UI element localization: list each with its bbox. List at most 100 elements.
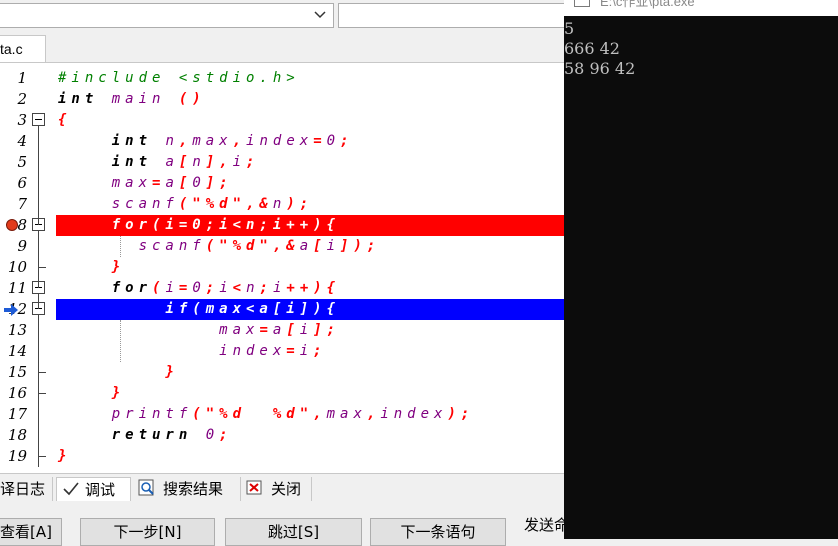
code-token: for <box>58 280 153 296</box>
code-line[interactable]: 13 max=a[i]; <box>0 320 564 341</box>
line-number[interactable]: 9 <box>0 236 27 257</box>
file-tab-pta[interactable]: ta.c <box>0 35 46 62</box>
code-token: } <box>58 259 126 275</box>
fold-end-tick <box>38 456 46 457</box>
console-window[interactable]: E:\c作业\pta.exe 5 666 42 58 96 42 <box>564 0 838 539</box>
code-line[interactable]: 10 } <box>0 257 564 278</box>
line-number[interactable]: 19 <box>0 446 27 467</box>
fold-line <box>38 126 39 225</box>
line-number[interactable]: 4 <box>0 131 27 152</box>
console-title-bar[interactable]: E:\c作业\pta.exe <box>564 0 838 16</box>
function-combo[interactable] <box>0 3 334 28</box>
console-window-icon <box>574 0 590 7</box>
checkmark-icon <box>63 482 79 496</box>
code-token: int <box>58 91 99 107</box>
code-line[interactable]: 8 for(i=0;i<n;i++){ <box>0 215 564 236</box>
code-editor[interactable]: 1 #include <stdio.h> 2 int main () 3{4 int n… <box>0 63 564 473</box>
code-token: i <box>165 280 179 296</box>
indent-guide <box>120 236 121 257</box>
code-text: } <box>58 362 179 383</box>
next-step-button[interactable]: 下一步[N] <box>80 518 215 546</box>
close-panel-icon <box>246 480 262 495</box>
code-token: i <box>326 238 341 254</box>
tab-compile-log[interactable]: 译日志 <box>0 477 53 501</box>
code-line[interactable]: 5 int a[n],i; <box>0 152 564 173</box>
editor-tabs: ta.c <box>0 33 564 63</box>
tab-close[interactable]: 关闭 <box>240 477 312 501</box>
code-token: n <box>272 196 287 212</box>
code-line[interactable]: 9 scanf("%d",&a[i]); <box>0 236 564 257</box>
line-number[interactable]: 15 <box>0 362 27 383</box>
code-token: printf <box>58 406 193 422</box>
console-title: E:\c作业\pta.exe <box>600 0 695 9</box>
code-line[interactable]: 19} <box>0 446 564 467</box>
line-number[interactable]: 10 <box>0 257 27 278</box>
code-line[interactable]: 6 max=a[0]; <box>0 173 564 194</box>
code-line[interactable]: 11 for(i=0;i<n;i++){ <box>0 278 564 299</box>
line-number[interactable]: 18 <box>0 425 27 446</box>
code-line[interactable]: 12 if(max<a[i]){ <box>0 299 564 320</box>
code-token: ("%d",& <box>178 196 273 212</box>
breakpoint-icon[interactable] <box>6 219 18 231</box>
code-token: ]; <box>205 175 233 191</box>
console-output-line: 58 96 42 <box>564 59 636 78</box>
code-token: main <box>98 91 179 107</box>
code-token: n <box>246 280 260 296</box>
next-statement-button[interactable]: 下一条语句 <box>370 518 506 546</box>
line-number[interactable]: 7 <box>0 194 27 215</box>
code-text: max=a[0]; <box>58 173 233 194</box>
bottom-panel-tabs: 译日志 调试 搜索结果 关闭 <box>0 473 564 504</box>
line-number[interactable]: 1 <box>0 68 27 89</box>
code-line[interactable]: 16 } <box>0 383 564 404</box>
line-number[interactable]: 14 <box>0 341 27 362</box>
code-token: , <box>366 406 381 422</box>
fold-toggle-icon[interactable] <box>32 113 45 126</box>
code-line[interactable]: 7 scanf("%d",&n); <box>0 194 564 215</box>
line-number[interactable]: 2 <box>0 89 27 110</box>
secondary-combo[interactable] <box>338 3 564 28</box>
code-line[interactable]: 3{ <box>0 110 564 131</box>
line-number[interactable]: 11 <box>0 278 27 299</box>
skip-button[interactable]: 跳过[S] <box>225 518 362 546</box>
code-token: ( <box>152 280 166 296</box>
code-text: } <box>58 383 125 404</box>
code-text: for(i=0;i<n;i++){ <box>58 215 340 236</box>
line-number[interactable]: 13 <box>0 320 27 341</box>
code-line[interactable]: 2 int main () <box>0 89 564 110</box>
code-text: scanf("%d",&a[i]); <box>58 236 380 257</box>
view-button[interactable]: 查看[A] <box>0 518 62 546</box>
code-text: index=i; <box>58 341 327 362</box>
line-number[interactable]: 17 <box>0 404 27 425</box>
line-number[interactable]: 16 <box>0 383 27 404</box>
line-number[interactable]: 3 <box>0 110 27 131</box>
code-text: int n,max,index=0; <box>58 131 354 152</box>
code-line[interactable]: 17 printf("%d %d",max,index); <box>0 404 564 425</box>
code-text: if(max<a[i]){ <box>58 299 340 320</box>
code-token: 0 <box>326 133 341 149</box>
code-line[interactable]: 1 #include <stdio.h> <box>0 68 564 89</box>
code-token: ); <box>286 196 314 212</box>
tab-compile-log-label: 译日志 <box>0 480 46 498</box>
code-token: ); <box>447 406 475 422</box>
code-token: max <box>192 133 233 149</box>
code-text: { <box>58 110 71 131</box>
tab-search-results[interactable]: 搜索结果 <box>135 477 235 501</box>
code-line[interactable]: 4 int n,max,index=0; <box>0 131 564 152</box>
tab-debug[interactable]: 调试 <box>56 477 131 501</box>
code-token: = <box>152 175 166 191</box>
chevron-down-icon[interactable] <box>313 6 327 24</box>
code-token: } <box>58 364 179 380</box>
line-number[interactable]: 6 <box>0 173 27 194</box>
code-token: a <box>152 154 179 170</box>
code-token: if(max<a[i]){ <box>58 301 341 317</box>
code-line[interactable]: 14 index=i; <box>0 341 564 362</box>
code-token: max <box>58 175 153 191</box>
code-line[interactable]: 15 } <box>0 362 564 383</box>
code-line[interactable]: 18 return 0; <box>0 425 564 446</box>
code-token: = <box>313 133 327 149</box>
code-text: int main () <box>58 89 206 110</box>
code-token: i <box>232 154 247 170</box>
code-token: = <box>286 343 300 359</box>
code-text: } <box>58 257 125 278</box>
line-number[interactable]: 5 <box>0 152 27 173</box>
